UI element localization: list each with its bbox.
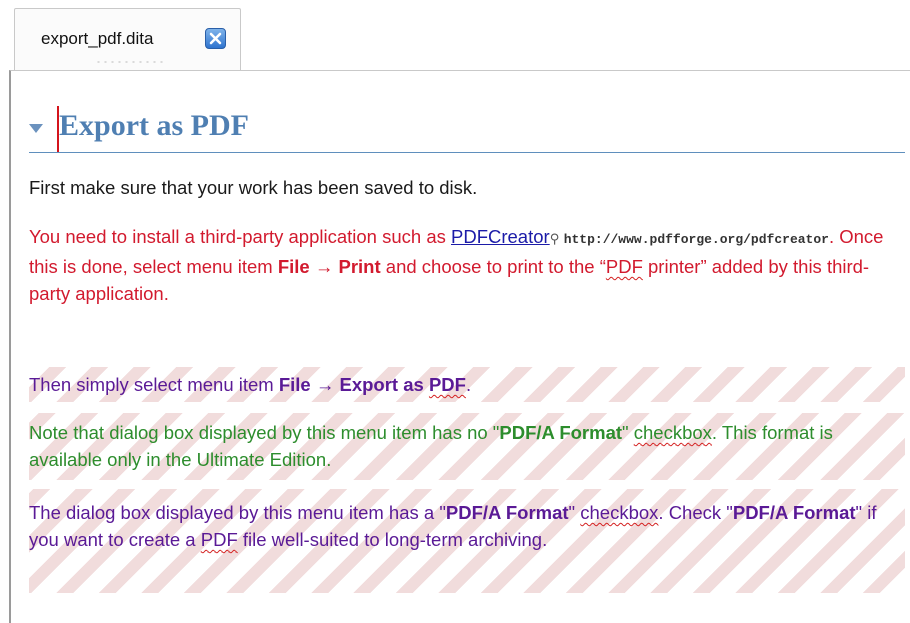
paragraph-text: You need to install a third-party applic… <box>29 226 451 247</box>
pdfa-format-label: PDF/A Format <box>445 502 569 523</box>
paragraph-text: " <box>568 502 581 523</box>
tab-strip: export_pdf.dita <box>0 0 910 70</box>
spell-error-pdf[interactable]: PDF <box>606 256 643 277</box>
section-title-row: Export as PDF <box>29 109 905 153</box>
menu-print: Print <box>338 256 381 277</box>
paragraph-text: Then simply select menu item <box>29 374 279 395</box>
paragraph-note-no-pdfa[interactable]: Note that dialog box displayed by this m… <box>29 413 905 480</box>
link-url: http://www.pdfforge.org/pdfcreator <box>563 232 829 247</box>
pdfa-format-label: PDF/A Format <box>499 422 623 443</box>
document-editor[interactable]: Export as PDF First make sure that your … <box>9 70 910 623</box>
spell-error-checkbox[interactable]: checkbox <box>634 422 712 443</box>
paragraph-third-party[interactable]: You need to install a third-party applic… <box>29 223 905 343</box>
paragraph-text: First make sure that your work has been … <box>29 177 478 198</box>
spell-error-pdf[interactable]: PDF <box>201 529 238 550</box>
tab-label[interactable]: export_pdf.dita <box>41 29 153 49</box>
menu-arrow: → <box>310 374 340 395</box>
paragraph-text: Note that dialog box displayed by this m… <box>29 422 500 443</box>
paragraph-pdfa-ultimate[interactable]: The dialog box displayed by this menu it… <box>29 489 905 593</box>
pdfcreator-link[interactable]: PDFCreator <box>451 226 550 247</box>
paragraph-text: . <box>465 374 472 395</box>
spell-error-checkbox[interactable]: checkbox <box>580 502 658 523</box>
triangle-down-icon[interactable] <box>29 124 43 133</box>
link-icon: ⚲ <box>549 231 560 246</box>
menu-export: Export as <box>339 374 429 395</box>
tab-export-pdf[interactable]: export_pdf.dita <box>14 8 241 70</box>
menu-file: File <box>278 374 311 395</box>
spell-error-pdf[interactable]: PDF <box>429 374 466 395</box>
close-icon[interactable] <box>205 28 226 49</box>
tab-grip[interactable] <box>95 60 165 64</box>
text-caret <box>57 106 59 152</box>
menu-arrow: → <box>309 256 339 277</box>
paragraph-text: " <box>622 422 634 443</box>
paragraph-text: . Check " <box>658 502 733 523</box>
paragraph-text: and choose to print to the “ <box>380 256 606 277</box>
paragraph-export-steps[interactable]: Then simply select menu item File → Expo… <box>29 367 905 402</box>
page-title[interactable]: Export as PDF <box>59 109 249 143</box>
paragraph-text: The dialog box displayed by this menu it… <box>29 502 446 523</box>
paragraph-text: file well-suited to long-term archiving. <box>237 529 548 550</box>
pdfa-format-label: PDF/A Format <box>732 502 856 523</box>
paragraph-save-first[interactable]: First make sure that your work has been … <box>29 174 905 204</box>
menu-file: File <box>277 256 310 277</box>
